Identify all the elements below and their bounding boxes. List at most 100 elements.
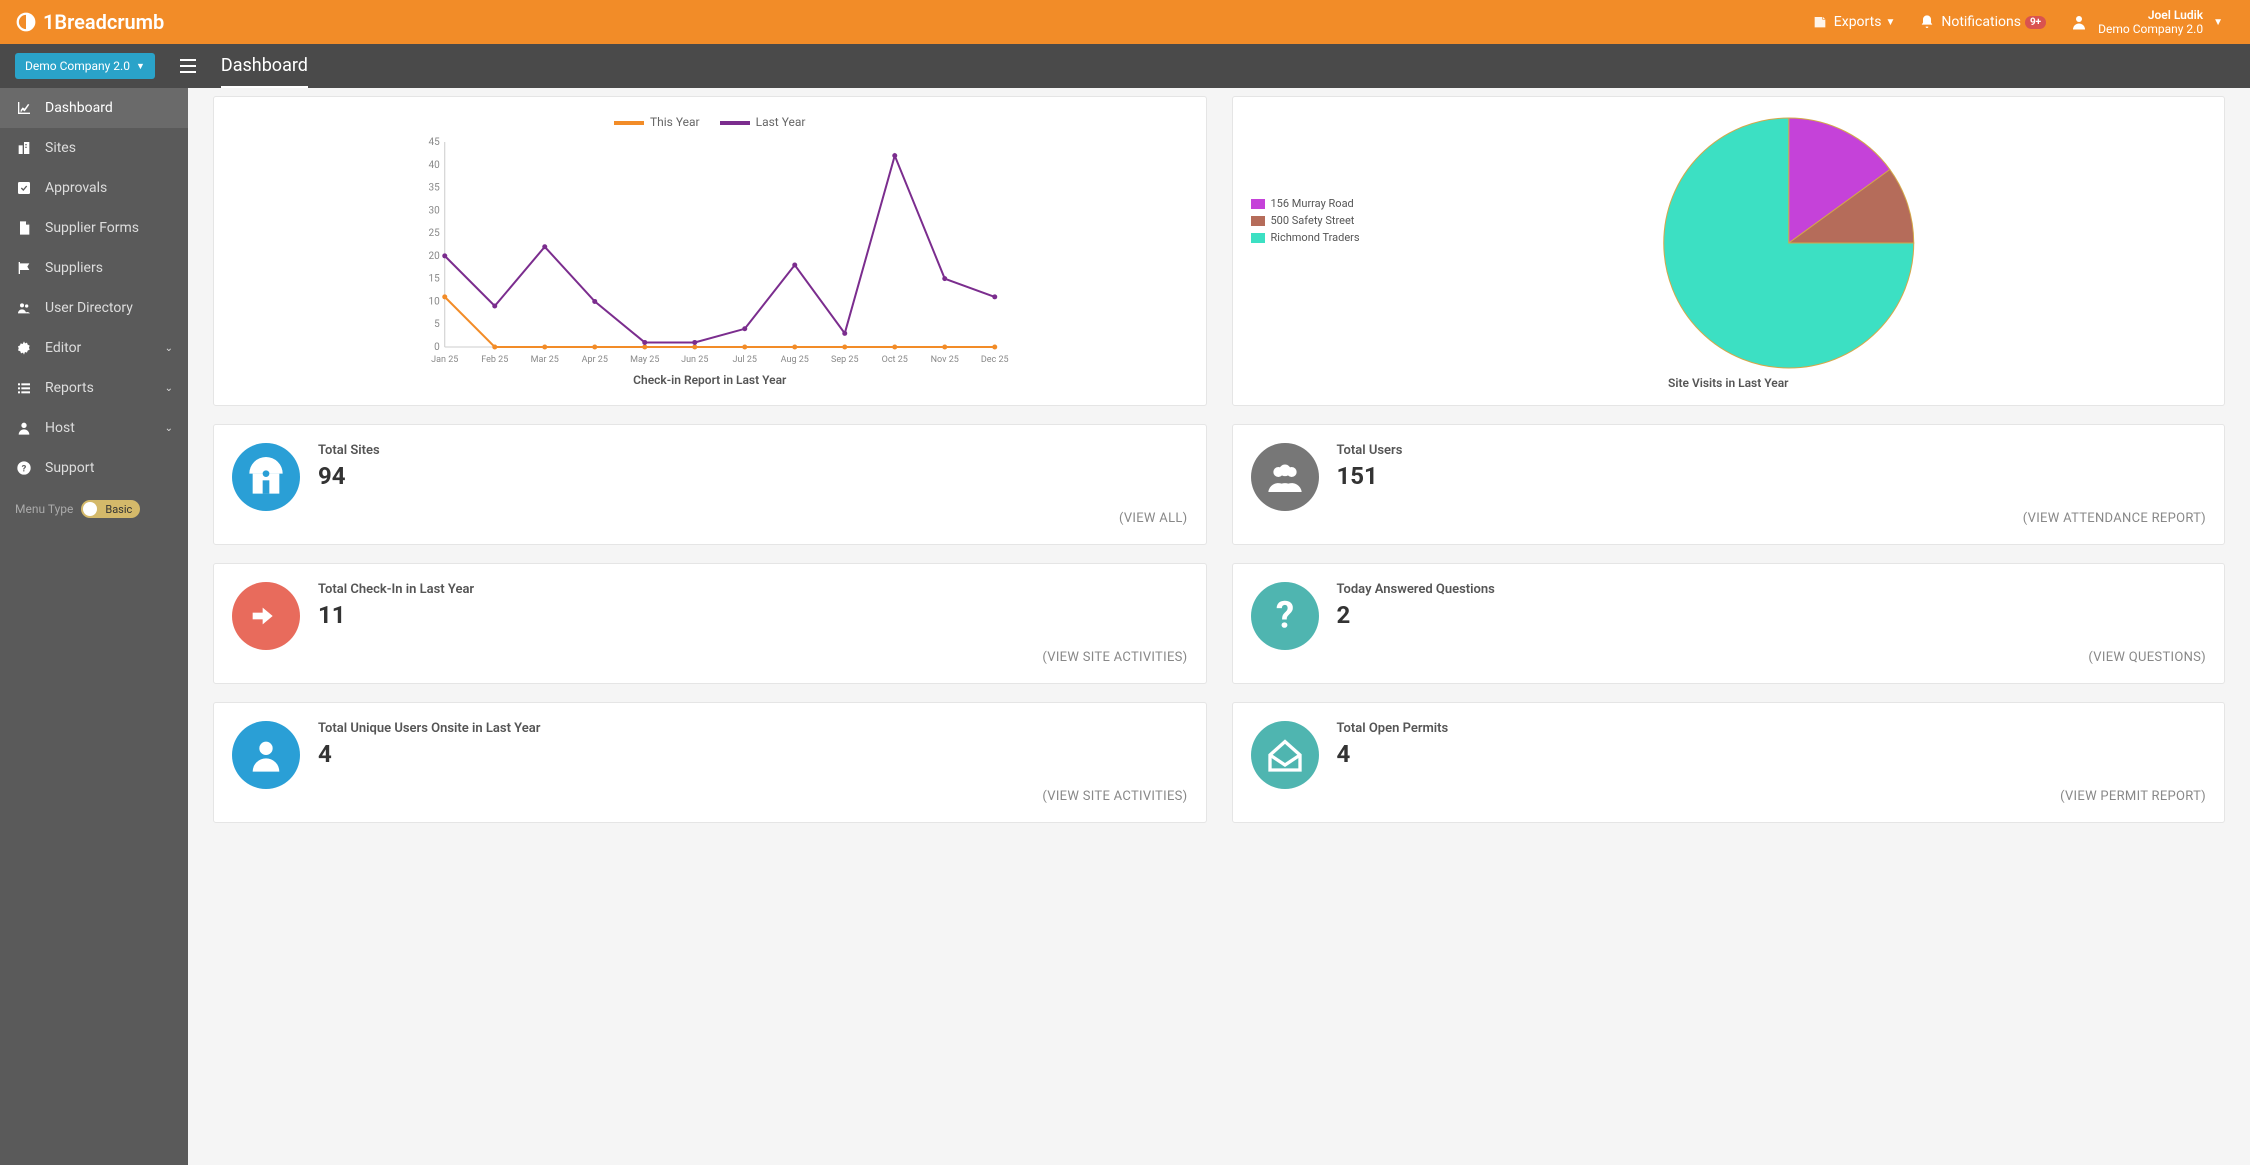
stat-value: 151 — [1337, 462, 1403, 490]
svg-text:20: 20 — [429, 251, 441, 262]
pie-chart — [1251, 115, 2207, 370]
svg-text:Jul 25: Jul 25 — [733, 355, 757, 365]
stat-card-total-open-permits: Total Open Permits 4 (VIEW PERMIT REPORT… — [1232, 702, 2226, 823]
svg-text:Apr 25: Apr 25 — [582, 355, 608, 365]
legend-item: 500 Safety Street — [1251, 214, 1360, 227]
stat-value: 4 — [1337, 740, 1449, 768]
sidebar: Dashboard Sites Approvals Supplier Forms… — [0, 88, 188, 1165]
svg-text:5: 5 — [434, 319, 440, 330]
sidebar-item-reports[interactable]: Reports ⌄ — [0, 368, 188, 408]
building-icon — [15, 140, 33, 156]
question-icon: ? — [15, 460, 33, 476]
svg-text:Nov 25: Nov 25 — [931, 355, 959, 365]
stat-label: Total Open Permits — [1337, 721, 1449, 736]
svg-text:35: 35 — [429, 183, 441, 194]
caret-down-icon: ▼ — [2213, 17, 2223, 28]
svg-text:0: 0 — [434, 342, 440, 353]
stat-link[interactable]: (VIEW ALL) — [232, 511, 1188, 526]
sidebar-toggle[interactable] — [180, 59, 196, 73]
sidebar-item-host[interactable]: Host ⌄ — [0, 408, 188, 448]
stat-link[interactable]: (VIEW PERMIT REPORT) — [1251, 789, 2207, 804]
export-icon — [1812, 14, 1828, 30]
sidebar-item-dashboard[interactable]: Dashboard — [0, 88, 188, 128]
stat-link[interactable]: (VIEW SITE ACTIVITIES) — [232, 789, 1188, 804]
company-dropdown[interactable]: Demo Company 2.0 ▼ — [15, 53, 155, 79]
stat-link[interactable]: (VIEW QUESTIONS) — [1251, 650, 2207, 665]
stat-link[interactable]: (VIEW SITE ACTIVITIES) — [232, 650, 1188, 665]
svg-text:Jan 25: Jan 25 — [431, 355, 458, 365]
svg-text:?: ? — [1275, 596, 1293, 636]
brand-logo: 1Breadcrumb — [15, 10, 164, 34]
sidebar-item-suppliers[interactable]: Suppliers — [0, 248, 188, 288]
stat-value: 11 — [318, 601, 474, 629]
logo-icon — [15, 11, 37, 33]
legend-item: Last Year — [720, 115, 806, 129]
sidebar-item-support[interactable]: ? Support — [0, 448, 188, 488]
pie-chart-card: 156 Murray Road 500 Safety Street Richmond… — [1232, 96, 2226, 406]
stat-value: 4 — [318, 740, 540, 768]
notifications-menu[interactable]: Notifications 9+ — [1907, 14, 2058, 30]
bell-icon — [1919, 14, 1935, 30]
login-icon — [232, 582, 300, 650]
user-company: Demo Company 2.0 — [2098, 22, 2203, 36]
user-menu[interactable]: Joel Ludik Demo Company 2.0 ▼ — [2058, 8, 2235, 37]
stat-label: Total Unique Users Onsite in Last Year — [318, 721, 540, 736]
pie-chart-legend: 156 Murray Road 500 Safety Street Richmond… — [1251, 197, 1360, 248]
chevron-down-icon: ⌄ — [165, 343, 173, 354]
menu-icon — [180, 59, 196, 73]
legend-item: 156 Murray Road — [1251, 197, 1360, 210]
chart-line-icon — [15, 100, 33, 116]
toggle-switch[interactable]: Basic — [81, 500, 140, 518]
svg-text:30: 30 — [429, 205, 441, 216]
sidebar-item-approvals[interactable]: Approvals — [0, 168, 188, 208]
sidebar-item-label: Supplier Forms — [45, 220, 139, 236]
stat-card-total-check-in-in-last-year: Total Check-In in Last Year 11 (VIEW SIT… — [213, 563, 1207, 684]
svg-text:15: 15 — [429, 274, 441, 285]
sidebar-item-label: Sites — [45, 140, 76, 156]
legend-item: Richmond Traders — [1251, 231, 1360, 244]
user-icon — [232, 721, 300, 789]
sidebar-item-label: Reports — [45, 380, 94, 396]
stat-card-total-users: Total Users 151 (VIEW ATTENDANCE REPORT) — [1232, 424, 2226, 545]
svg-text:Jun 25: Jun 25 — [681, 355, 708, 365]
line-chart-title: Check-in Report in Last Year — [232, 373, 1188, 387]
caret-down-icon: ▼ — [1885, 17, 1895, 28]
user-icon — [15, 420, 33, 436]
stat-label: Total Users — [1337, 443, 1403, 458]
svg-text:40: 40 — [429, 160, 441, 171]
menu-type-toggle[interactable]: Menu Type Basic — [0, 488, 188, 530]
users-icon — [15, 300, 33, 316]
stat-label: Total Sites — [318, 443, 380, 458]
stat-card-today-answered-questions: ? Today Answered Questions 2 (VIEW QUEST… — [1232, 563, 2226, 684]
chevron-down-icon: ⌄ — [165, 383, 173, 394]
svg-text:Mar 25: Mar 25 — [531, 355, 559, 365]
svg-text:10: 10 — [429, 296, 441, 307]
stat-label: Today Answered Questions — [1337, 582, 1495, 597]
list-icon — [15, 380, 33, 396]
sidebar-item-label: Host — [45, 420, 75, 436]
file-icon — [15, 220, 33, 236]
notifications-badge: 9+ — [2025, 16, 2046, 29]
sidebar-item-editor[interactable]: Editor ⌄ — [0, 328, 188, 368]
users-icon — [1251, 443, 1319, 511]
top-header: 1Breadcrumb Exports ▼ Notifications 9+ J… — [0, 0, 2250, 44]
stat-card-total-unique-users-onsite-in-last-year: Total Unique Users Onsite in Last Year 4… — [213, 702, 1207, 823]
svg-text:?: ? — [22, 463, 27, 474]
stat-value: 2 — [1337, 601, 1495, 629]
sidebar-item-label: Approvals — [45, 180, 107, 196]
line-chart-card: This YearLast Year 051015202530354045Jan… — [213, 96, 1207, 406]
stat-link[interactable]: (VIEW ATTENDANCE REPORT) — [1251, 511, 2207, 526]
cog-icon — [15, 340, 33, 356]
sidebar-item-sites[interactable]: Sites — [0, 128, 188, 168]
exports-menu[interactable]: Exports ▼ — [1800, 14, 1908, 30]
sidebar-item-user-directory[interactable]: User Directory — [0, 288, 188, 328]
pie-chart-title: Site Visits in Last Year — [1251, 376, 2207, 390]
caret-down-icon: ▼ — [136, 61, 145, 72]
svg-text:Aug 25: Aug 25 — [781, 355, 809, 365]
sidebar-item-supplier-forms[interactable]: Supplier Forms — [0, 208, 188, 248]
svg-text:25: 25 — [429, 228, 441, 239]
svg-text:Dec 25: Dec 25 — [981, 355, 1009, 365]
check-square-icon — [15, 180, 33, 196]
line-chart-legend: This YearLast Year — [232, 115, 1188, 129]
page-title: Dashboard — [221, 55, 308, 88]
